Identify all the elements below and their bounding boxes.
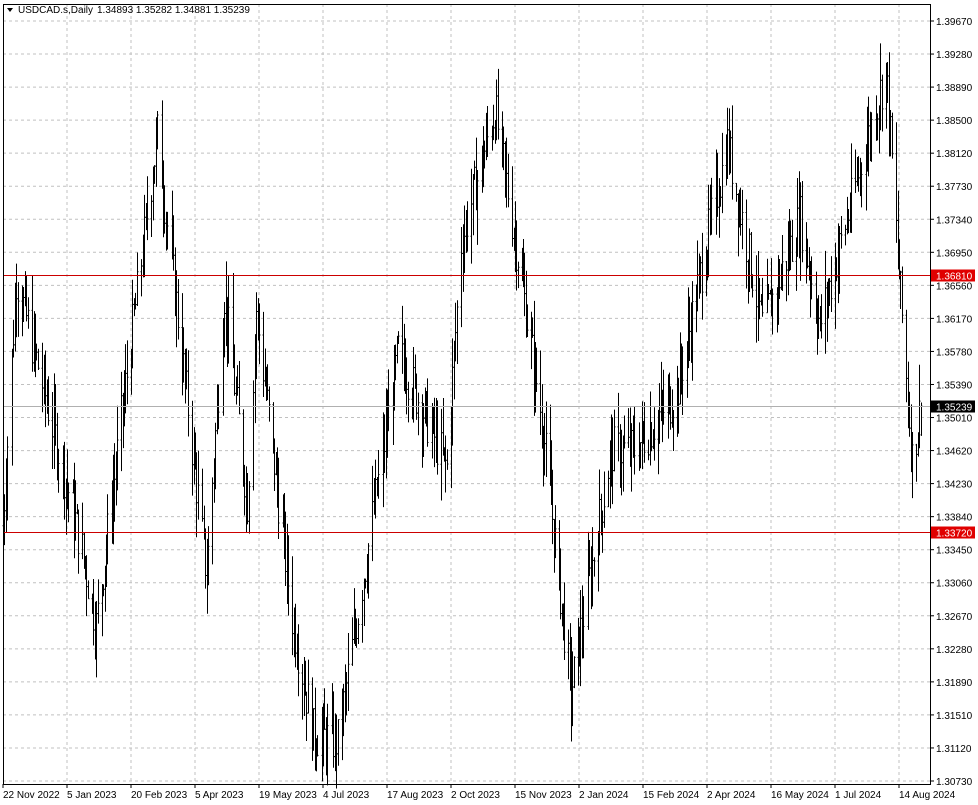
x-tick-label: 4 Jul 2023 — [323, 790, 370, 801]
y-tick-label: 1.32280 — [936, 645, 973, 656]
y-tick-label: 1.37730 — [936, 182, 973, 193]
y-tick-label: 1.38890 — [936, 83, 973, 94]
chart-background — [0, 0, 978, 805]
x-tick-label: 22 Nov 2022 — [3, 790, 60, 801]
x-tick-label: 19 May 2023 — [259, 790, 317, 801]
x-tick-label: 20 Feb 2023 — [131, 790, 188, 801]
y-tick-label: 1.36170 — [936, 314, 973, 325]
x-tick-label: 15 Feb 2024 — [643, 790, 700, 801]
x-tick-label: 5 Apr 2023 — [195, 790, 244, 801]
y-tick-label: 1.39280 — [936, 50, 973, 61]
y-tick-label: 1.35390 — [936, 380, 973, 391]
x-tick-label: 17 Aug 2023 — [387, 790, 444, 801]
y-tick-label: 1.34230 — [936, 480, 973, 491]
y-tick-label: 1.37340 — [936, 215, 973, 226]
current-price-label: 1.35239 — [936, 403, 973, 414]
level-label: 1.36810 — [936, 272, 973, 283]
x-tick-label: 1 Jul 2024 — [835, 790, 882, 801]
symbol-label: USDCAD.s,Daily — [18, 5, 93, 16]
x-tick-label: 2 Jan 2024 — [579, 790, 629, 801]
x-tick-label: 2 Oct 2023 — [451, 790, 500, 801]
y-tick-label: 1.36560 — [936, 281, 973, 292]
x-tick-label: 15 Nov 2023 — [515, 790, 572, 801]
y-tick-label: 1.31510 — [936, 711, 973, 722]
y-tick-label: 1.31120 — [936, 744, 972, 755]
y-tick-label: 1.38120 — [936, 149, 973, 160]
price-chart[interactable]: 1.39670 1.39280 1.38890 1.38500 1.38120 1.377… — [0, 0, 978, 805]
y-tick-label: 1.32670 — [936, 612, 973, 623]
y-tick-label: 1.33060 — [936, 579, 973, 590]
x-tick-label: 14 Aug 2024 — [899, 790, 956, 801]
y-tick-label: 1.36950 — [936, 248, 973, 259]
level-label: 1.33720 — [936, 529, 973, 540]
y-tick-label: 1.33450 — [936, 546, 973, 557]
x-tick-label: 2 Apr 2024 — [707, 790, 756, 801]
chart-header: USDCAD.s,Daily 1.34893 1.35282 1.34881 1… — [7, 5, 250, 16]
y-tick-label: 1.33840 — [936, 513, 973, 524]
y-tick-label: 1.35780 — [936, 347, 973, 358]
y-tick-label: 1.31890 — [936, 678, 973, 689]
y-tick-label: 1.35010 — [936, 414, 973, 425]
y-tick-label: 1.30730 — [936, 777, 973, 788]
x-tick-label: 16 May 2024 — [771, 790, 829, 801]
ohlc-values: 1.34893 1.35282 1.34881 1.35239 — [97, 5, 250, 16]
y-tick-label: 1.34620 — [936, 447, 973, 458]
x-tick-label: 5 Jan 2023 — [67, 790, 117, 801]
y-tick-label: 1.38500 — [936, 116, 973, 127]
y-tick-label: 1.39670 — [936, 17, 973, 28]
